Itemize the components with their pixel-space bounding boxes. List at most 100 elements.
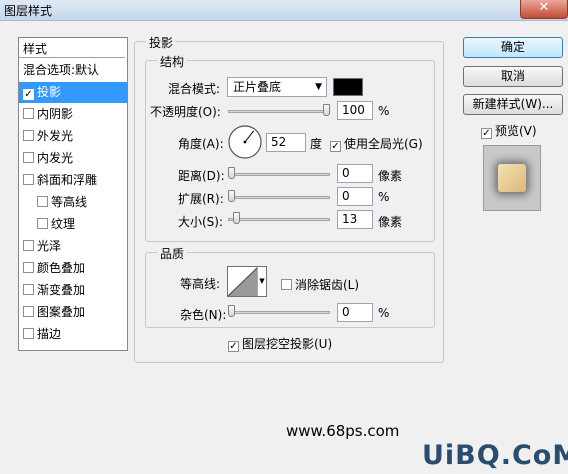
size-label: 大小(S): [178,215,224,229]
chevron-down-icon: ▼ [315,82,322,92]
style-list-header: 样式 [19,38,125,58]
noise-input[interactable]: 0 [337,303,373,322]
style-list-item-label: 外发光 [37,129,74,143]
preview-swatch [498,164,526,192]
style-list-item-label: 内阴影 [37,107,74,121]
style-list: 样式 混合选项:默认 ✓ 投影内阴影外发光内发光斜面和浮雕等高线纹理光泽颜色叠加渐变… [18,37,128,351]
style-list-item[interactable]: 斜面和浮雕 [19,170,127,191]
opacity-slider-thumb[interactable] [323,104,330,116]
global-light-label: 使用全局光(G) [344,137,423,151]
angle-input[interactable]: 52 [266,133,306,152]
close-button[interactable]: ✕ [520,0,568,19]
style-list-item-label: 内发光 [37,151,74,165]
size-slider-thumb[interactable] [232,212,240,224]
quality-title: 品质 [157,245,188,262]
style-checkbox[interactable] [23,108,34,119]
style-checkbox[interactable] [23,130,34,141]
spread-slider[interactable] [228,196,330,199]
style-list-item[interactable]: 纹理 [19,214,127,235]
style-list-item-label: 描边 [37,327,62,341]
new-style-button[interactable]: 新建样式(W)... [463,94,563,115]
style-list-item[interactable]: 等高线 [19,192,127,213]
spread-slider-thumb[interactable] [228,190,235,202]
ok-button[interactable]: 确定 [463,37,563,58]
style-list-item[interactable]: 渐变叠加 [19,280,127,301]
style-checkbox[interactable] [37,218,48,229]
antialias-check[interactable] [281,279,292,290]
noise-slider[interactable] [228,311,330,314]
brand-watermark: UiBQ.CoM [422,440,568,471]
structure-title: 结构 [157,53,188,70]
style-list-item[interactable]: 外发光 [19,126,127,147]
angle-label: 角度(A): [178,137,224,151]
title-bar [0,0,568,21]
knockout-label: 图层挖空投影(U) [242,337,333,351]
spread-unit: % [378,190,390,204]
style-checkbox[interactable] [23,328,34,339]
preview-check[interactable]: ✓ [481,128,492,139]
size-unit: 像素 [378,215,403,229]
style-checkbox[interactable] [23,152,34,163]
style-list-item-label: 斜面和浮雕 [37,173,98,187]
style-list-item[interactable]: 内阴影 [19,104,127,125]
noise-slider-thumb[interactable] [228,305,235,317]
contour-label: 等高线: [180,277,221,291]
distance-input[interactable]: 0 [337,164,373,183]
preview-checkbox[interactable]: ✓ 预览(V) [481,122,537,139]
style-list-item[interactable]: 内发光 [19,148,127,169]
style-checkbox[interactable] [23,174,34,185]
style-checkbox[interactable] [23,240,34,251]
contour-curve-icon [228,267,258,296]
opacity-input[interactable]: 100 [337,101,373,120]
distance-slider-thumb[interactable] [228,167,235,179]
knockout-checkbox[interactable]: ✓ 图层挖空投影(U) [228,335,332,352]
distance-slider[interactable] [228,173,330,176]
distance-label: 距离(D): [178,169,225,183]
window-title: 图层样式 [4,4,53,18]
spread-label: 扩展(R): [178,192,224,206]
drop-shadow-title: 投影 [146,34,177,51]
contour-picker[interactable]: ▼ [227,266,267,297]
shadow-color-swatch[interactable] [333,78,363,96]
contour-dropdown-arrow[interactable]: ▼ [257,267,266,296]
style-list-item-label: 投影 [37,85,62,99]
style-list-item[interactable]: 图案叠加 [19,302,127,323]
angle-dial[interactable] [227,124,263,160]
antialias-label: 消除锯齿(L) [295,278,360,292]
cancel-button[interactable]: 取消 [463,66,563,87]
opacity-label: 不透明度(O): [150,105,221,119]
global-light-check[interactable]: ✓ [330,141,341,152]
style-list-item-label: 混合选项:默认 [23,63,100,77]
style-checkbox[interactable] [23,262,34,273]
knockout-check[interactable]: ✓ [228,341,239,352]
spread-input[interactable]: 0 [337,187,373,206]
style-checkbox[interactable] [23,284,34,295]
style-list-item[interactable]: 颜色叠加 [19,258,127,279]
style-list-item[interactable]: 光泽 [19,236,127,257]
antialias-checkbox[interactable]: 消除锯齿(L) [281,276,359,293]
style-preview-thumbnail [483,145,541,211]
size-input[interactable]: 13 [337,210,373,229]
style-list-item[interactable]: 混合选项:默认 [19,60,127,81]
style-list-item-label: 纹理 [51,217,76,231]
style-list-item[interactable]: 描边 [19,324,127,345]
blend-mode-select[interactable]: 正片叠底 ▼ [227,77,327,97]
noise-label: 杂色(N): [180,308,227,322]
style-checkbox[interactable] [23,306,34,317]
style-list-item[interactable]: ✓ 投影 [19,82,127,103]
style-list-item-label: 渐变叠加 [37,283,86,297]
global-light-checkbox[interactable]: ✓ 使用全局光(G) [330,135,423,152]
style-list-item-label: 等高线 [51,195,88,209]
distance-unit: 像素 [378,169,403,183]
style-list-item-label: 图案叠加 [37,305,86,319]
style-list-item-label: 光泽 [37,239,62,253]
preview-label: 预览(V) [495,124,537,138]
opacity-unit: % [378,104,390,118]
style-checkbox[interactable] [37,196,48,207]
style-checkbox[interactable]: ✓ [23,89,34,100]
opacity-slider[interactable] [228,110,330,113]
style-list-item-label: 颜色叠加 [37,261,86,275]
size-slider[interactable] [228,218,330,221]
site-watermark: www.68ps.com [286,422,400,440]
noise-unit: % [378,306,390,320]
